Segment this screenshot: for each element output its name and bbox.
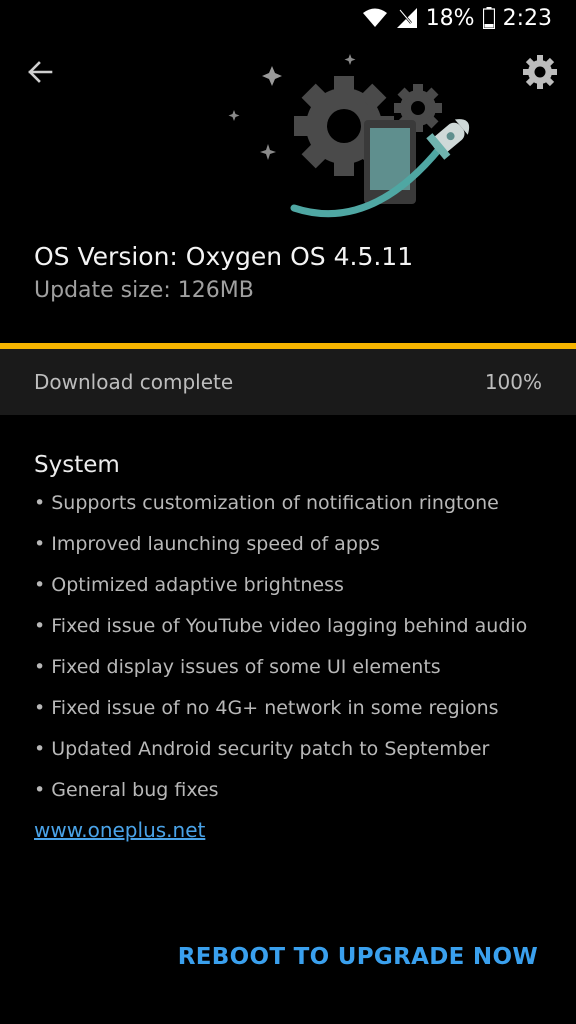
download-status-row: Download complete 100% — [0, 349, 576, 415]
download-status: Download complete — [34, 370, 234, 394]
wifi-icon — [362, 8, 388, 28]
changelog-item: • Supports customization of notification… — [34, 492, 499, 514]
cell-signal-icon — [396, 7, 418, 29]
changelog-item: • Fixed issue of YouTube video lagging b… — [34, 615, 528, 637]
changelog-item: • Improved launching speed of apps — [34, 533, 380, 555]
changelog-item: • Updated Android security patch to Sept… — [34, 738, 490, 760]
changelog-item: • Optimized adaptive brightness — [34, 574, 344, 596]
gear-icon — [523, 55, 557, 89]
oneplus-website-link[interactable]: www.oneplus.net — [34, 816, 205, 844]
changelog-item: • General bug fixes — [34, 779, 219, 801]
update-illustration — [228, 54, 470, 218]
sparkle-icon — [262, 66, 282, 86]
battery-percent: 18% — [425, 5, 475, 31]
settings-button[interactable] — [518, 50, 562, 94]
clock: 2:23 — [502, 5, 552, 31]
os-version: OS Version: Oxygen OS 4.5.11 — [34, 242, 414, 271]
changelog: System • Supports customization of notif… — [34, 452, 546, 844]
arrow-back-icon — [28, 61, 53, 83]
changelog-item: • Fixed display issues of some UI elemen… — [34, 656, 441, 678]
download-percent: 100% — [484, 370, 542, 394]
update-info: OS Version: Oxygen OS 4.5.11 Update size… — [34, 240, 413, 308]
changelog-section-title: System — [34, 452, 120, 478]
status-bar: 18% 2:23 — [0, 0, 576, 36]
back-button[interactable] — [22, 54, 58, 90]
battery-icon — [482, 7, 495, 29]
changelog-item: • Fixed issue of no 4G+ network in some … — [34, 697, 499, 719]
reboot-to-upgrade-button[interactable]: REBOOT TO UPGRADE NOW — [178, 944, 538, 970]
update-size: Update size: 126MB — [34, 278, 254, 303]
